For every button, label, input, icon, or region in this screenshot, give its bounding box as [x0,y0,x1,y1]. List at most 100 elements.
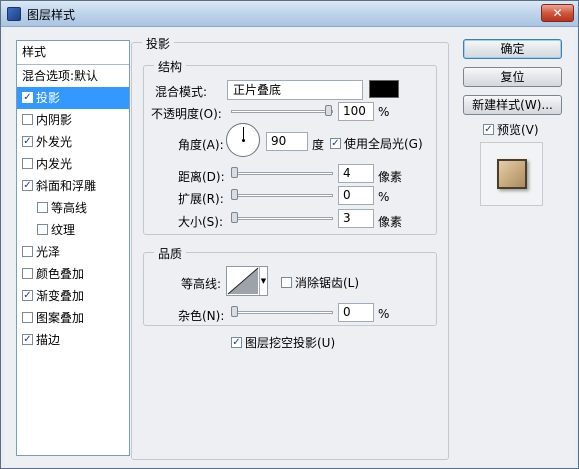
distance-input[interactable]: 4 [338,164,374,183]
global-light-checkbox[interactable]: 使用全局光(G) [330,135,423,152]
preview-swatch [497,159,527,189]
style-checkbox-icon[interactable] [22,158,33,169]
angle-center [242,139,245,142]
styles-list-item[interactable]: 渐变叠加 [17,285,129,307]
styles-list-item[interactable]: 颜色叠加 [17,263,129,285]
antialias-check-icon [281,277,292,288]
drop-shadow-section-title: 投影 [142,35,175,52]
styles-list-item-label: 渐变叠加 [36,289,85,303]
styles-list-item[interactable]: 内阴影 [17,109,129,131]
opacity-slider-handle[interactable] [325,105,332,116]
noise-input[interactable]: 0 [338,303,374,322]
styles-list-items: 混合选项:默认投影内阴影外发光内发光斜面和浮雕等高线纹理光泽颜色叠加渐变叠加图案… [17,65,129,351]
opacity-label: 不透明度(O): [151,107,222,121]
window-title: 图层样式 [27,8,76,22]
global-light-check-icon [330,138,341,149]
ok-button[interactable]: 确定 [463,39,562,59]
size-slider-track[interactable] [231,217,333,220]
distance-unit: 像素 [378,170,403,184]
angle-label: 角度(A): [178,138,224,152]
size-slider-handle[interactable] [231,212,238,223]
preview-label: 预览(V) [497,123,539,137]
spread-label: 扩展(R): [178,192,224,206]
styles-list-item[interactable]: 光泽 [17,241,129,263]
style-checkbox-icon[interactable] [22,92,33,103]
contour-curve-icon [227,267,259,295]
styles-list-item[interactable]: 斜面和浮雕 [17,175,129,197]
style-checkbox-icon[interactable] [37,224,48,235]
knockout-check-icon [231,337,242,348]
angle-dial[interactable] [226,123,260,157]
style-checkbox-icon[interactable] [22,136,33,147]
styles-list-item[interactable]: 投影 [17,87,129,109]
blend-mode-select[interactable]: 正片叠底 [227,80,363,100]
new-style-button[interactable]: 新建样式(W)... [463,95,562,115]
distance-slider-track[interactable] [231,172,333,175]
close-button[interactable]: ✕ [541,4,574,22]
spread-slider-handle[interactable] [231,189,238,200]
styles-list: 样式 混合选项:默认投影内阴影外发光内发光斜面和浮雕等高线纹理光泽颜色叠加渐变叠… [16,40,130,456]
quality-group-title: 品质 [154,245,187,262]
styles-list-header: 样式 [17,41,129,65]
style-checkbox-icon[interactable] [22,246,33,257]
styles-list-item-label: 混合选项:默认 [22,69,99,83]
style-checkbox-icon[interactable] [37,202,48,213]
distance-label: 距离(D): [178,170,225,184]
noise-slider-handle[interactable] [231,306,238,317]
dialog-content: 样式 混合选项:默认投影内阴影外发光内发光斜面和浮雕等高线纹理光泽颜色叠加渐变叠… [5,28,575,465]
contour-dropdown-arrow-icon[interactable]: ▼ [259,267,267,295]
styles-list-item[interactable]: 内发光 [17,153,129,175]
styles-list-item[interactable]: 描边 [17,329,129,351]
size-input[interactable]: 3 [338,209,374,228]
styles-list-item-label: 投影 [36,91,61,105]
style-checkbox-icon[interactable] [22,114,33,125]
spread-unit: % [378,190,390,204]
styles-list-item-label: 图案叠加 [36,311,85,325]
style-preview [480,142,543,206]
styles-list-item[interactable]: 外发光 [17,131,129,153]
opacity-input[interactable]: 100 [338,102,374,121]
knockout-checkbox[interactable]: 图层挖空投影(U) [231,334,335,351]
spread-slider-track[interactable] [231,194,333,197]
app-icon [7,7,21,21]
styles-list-item-label: 外发光 [36,135,73,149]
style-checkbox-icon[interactable] [22,268,33,279]
styles-list-item-label: 光泽 [36,245,61,259]
title-bar: 图层样式 ✕ [1,1,578,27]
size-unit: 像素 [378,215,403,229]
styles-list-item[interactable]: 纹理 [17,219,129,241]
styles-list-item[interactable]: 混合选项:默认 [17,65,129,87]
angle-unit: 度 [312,138,325,152]
antialias-label: 消除锯齿(L) [295,276,360,290]
noise-slider-track[interactable] [231,311,333,314]
shadow-color-swatch[interactable] [369,80,399,98]
styles-list-item-label: 内发光 [36,157,73,171]
spread-input[interactable]: 0 [338,186,374,205]
preview-check-icon [483,124,494,135]
reset-button[interactable]: 复位 [463,67,562,87]
noise-unit: % [378,307,390,321]
global-light-label: 使用全局光(G) [344,137,423,151]
noise-label: 杂色(N): [178,309,225,323]
styles-list-item-label: 斜面和浮雕 [36,179,97,193]
preview-checkbox[interactable]: 预览(V) [483,121,539,138]
antialias-checkbox[interactable]: 消除锯齿(L) [281,274,359,291]
opacity-slider-track[interactable] [231,110,333,113]
styles-list-item-label: 纹理 [51,223,76,237]
style-checkbox-icon[interactable] [22,290,33,301]
style-checkbox-icon[interactable] [22,312,33,323]
contour-picker[interactable]: ▼ [226,266,268,296]
style-checkbox-icon[interactable] [22,334,33,345]
structure-group-title: 结构 [154,58,187,75]
distance-slider-handle[interactable] [231,167,238,178]
layer-style-dialog: 图层样式 ✕ 样式 混合选项:默认投影内阴影外发光内发光斜面和浮雕等高线纹理光泽… [0,0,579,469]
angle-input[interactable]: 90 [266,132,308,151]
styles-list-item-label: 描边 [36,333,61,347]
knockout-label: 图层挖空投影(U) [245,336,336,350]
blend-mode-value: 正片叠底 [233,83,282,97]
styles-list-item[interactable]: 图案叠加 [17,307,129,329]
styles-list-item[interactable]: 等高线 [17,197,129,219]
size-label: 大小(S): [178,215,224,229]
styles-list-item-label: 内阴影 [36,113,73,127]
style-checkbox-icon[interactable] [22,180,33,191]
